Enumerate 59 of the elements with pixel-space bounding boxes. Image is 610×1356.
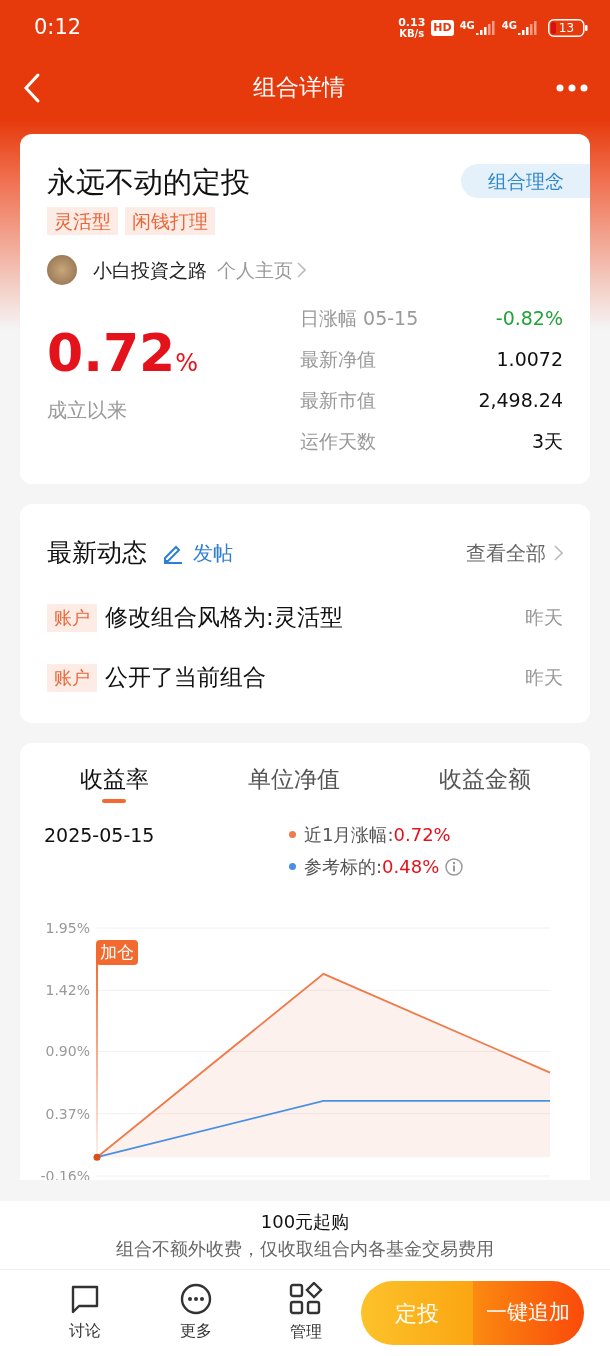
axis-tick-label: 1.95%	[45, 919, 90, 936]
more-icon[interactable]	[556, 83, 588, 92]
nav-item[interactable]: 更多	[140, 1283, 251, 1343]
legend-text: 参考标的:0.48%	[304, 854, 440, 879]
tag: 灵活型	[47, 207, 118, 235]
signal-icon	[518, 20, 538, 35]
add-position-flag: 加仓	[96, 939, 138, 965]
news-text: 公开了当前组合	[105, 663, 266, 693]
return-label: 成立以来	[47, 397, 128, 424]
axis-tick-label: 1.42%	[45, 981, 90, 998]
info-icon[interactable]	[445, 857, 464, 876]
hd-badge: HD	[431, 19, 454, 36]
section-title: 最新动态	[47, 537, 147, 569]
tag: 账户	[47, 663, 97, 692]
tag: 闲钱打理	[125, 207, 215, 235]
stat-label: 最新净值	[300, 347, 376, 372]
status-time: 0:12	[34, 13, 82, 41]
minimum-purchase: 100元起购	[260, 1210, 350, 1234]
signal-icon	[475, 20, 496, 35]
back-icon[interactable]	[22, 71, 42, 104]
stat-label: 运作天数	[300, 429, 376, 454]
total-return: 0.72%	[47, 325, 200, 381]
axis-tick-label: 0.37%	[45, 1105, 90, 1122]
chart-tab[interactable]: 单位净值	[247, 760, 340, 803]
axis-tick-label: 0.90%	[45, 1042, 90, 1059]
news-time: 昨天	[525, 605, 563, 631]
avatar	[47, 255, 77, 285]
grid-icon	[289, 1282, 323, 1316]
network-speed-unit: KB/s	[399, 27, 425, 39]
news-text: 修改组合风格为:灵活型	[105, 603, 343, 633]
stat-label: 最新市值	[300, 388, 376, 413]
portfolio-name: 永远不动的定投	[47, 164, 250, 201]
stat-value: 2,498.24	[478, 388, 563, 413]
battery-icon	[548, 18, 588, 37]
fee-note: 组合不额外收费，仅收取组合内各基金交易费用	[116, 1237, 494, 1261]
chart-date: 2025-05-15	[44, 822, 156, 848]
stat-value: 3天	[531, 429, 563, 454]
chart-tab[interactable]: 收益金额	[438, 760, 531, 803]
more-icon	[179, 1283, 212, 1315]
chart-tab[interactable]: 收益率	[79, 760, 149, 803]
network-type: 4G	[459, 20, 475, 31]
network-speed: 0.13	[398, 16, 426, 28]
stat-value: -0.82%	[495, 306, 563, 331]
view-all-link[interactable]: 查看全部	[466, 537, 563, 568]
start-point	[93, 1153, 101, 1161]
news-time: 昨天	[525, 665, 563, 691]
chevron-icon	[297, 262, 306, 278]
tag: 账户	[47, 603, 97, 632]
nav-item[interactable]: 讨论	[30, 1283, 141, 1343]
stat-value: 1.0072	[496, 347, 563, 372]
author-name: 小白投資之路	[93, 257, 207, 283]
post-button[interactable]: 发帖	[161, 537, 233, 568]
network-type: 4G	[501, 20, 517, 31]
nav-item[interactable]: 管理	[250, 1282, 362, 1344]
legend-text: 近1月涨幅:0.72%	[304, 822, 451, 847]
stat-label: 日涨幅 05-15	[300, 306, 419, 331]
page-title: 组合详情	[253, 73, 345, 103]
battery-level: 13	[558, 21, 576, 34]
chevron-icon	[554, 544, 563, 561]
